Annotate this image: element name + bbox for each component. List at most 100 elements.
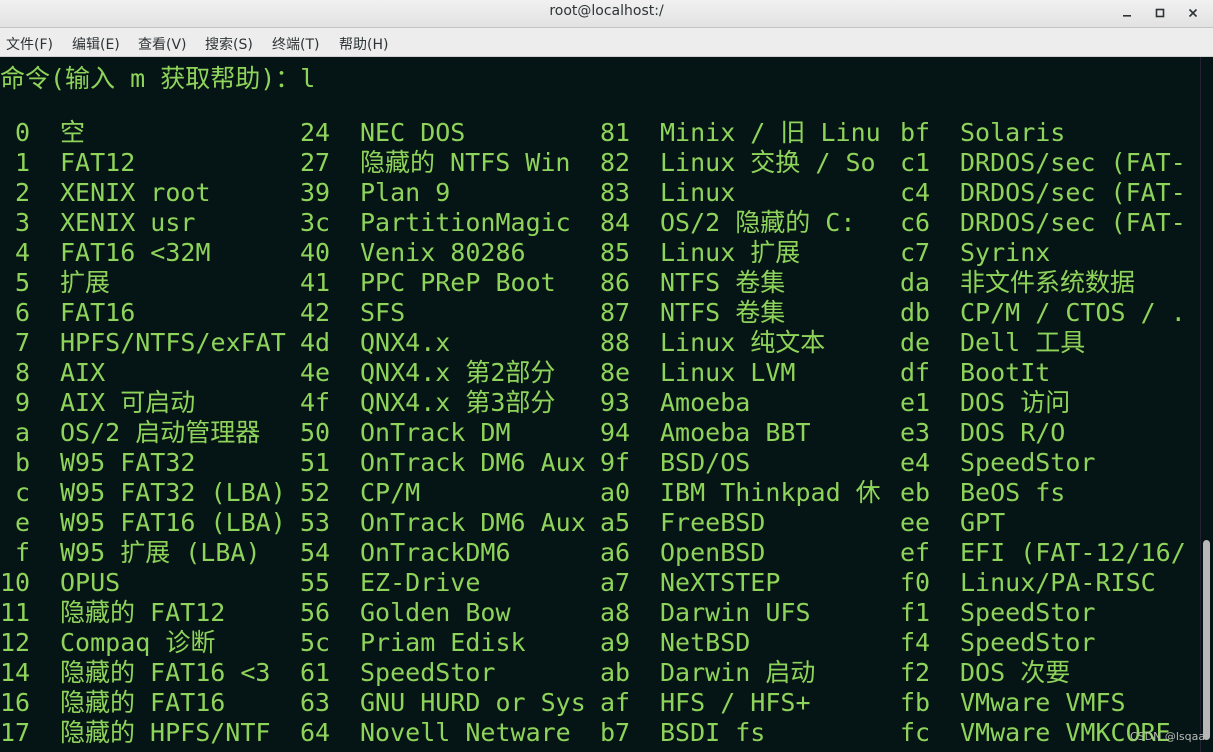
partition-type-name: CP/M / CTOS / . bbox=[960, 298, 1186, 327]
partition-code: 61 bbox=[300, 658, 330, 687]
partition-type-name: DRDOS/sec (FAT- bbox=[960, 208, 1186, 237]
partition-code: 16 bbox=[0, 688, 30, 717]
partition-type-name: 隐藏的 FAT16 bbox=[60, 688, 226, 717]
partition-type-name: OS/2 启动管理器 bbox=[60, 418, 261, 447]
partition-type-name: Venix 80286 bbox=[360, 238, 526, 267]
partition-type-name: PartitionMagic bbox=[360, 208, 571, 237]
title-bar[interactable]: root@localhost:/ bbox=[0, 0, 1213, 28]
partition-type-name: 隐藏的 FAT16 <3 bbox=[60, 658, 271, 687]
partition-type-name: DRDOS/sec (FAT- bbox=[960, 178, 1186, 207]
command-prompt: 命令(输入 m 获取帮助)：l bbox=[0, 64, 316, 93]
menu-bar: 文件(F) 编辑(E) 查看(V) 搜索(S) 终端(T) 帮助(H) bbox=[0, 28, 1213, 57]
partition-type-name: Minix / 旧 Linu bbox=[660, 118, 881, 147]
partition-type-name: 非文件系统数据 bbox=[960, 268, 1136, 297]
partition-code: 54 bbox=[300, 538, 330, 567]
partition-code: 5 bbox=[14, 268, 30, 297]
partition-type-name: 隐藏的 FAT12 bbox=[60, 598, 226, 627]
partition-type-name: Novell Netware bbox=[360, 718, 571, 747]
partition-type-name: DOS 次要 bbox=[960, 658, 1071, 687]
partition-code: 51 bbox=[300, 448, 330, 477]
partition-code: e1 bbox=[900, 388, 930, 417]
partition-code: 86 bbox=[600, 268, 630, 297]
partition-type-name: Linux bbox=[660, 178, 736, 207]
partition-code: f1 bbox=[900, 598, 930, 627]
partition-type-name: 隐藏的 NTFS Win bbox=[360, 148, 571, 177]
partition-type-name: OPUS bbox=[60, 568, 121, 597]
partition-type-name: Linux LVM bbox=[660, 358, 796, 387]
partition-type-name: DRDOS/sec (FAT- bbox=[960, 148, 1186, 177]
partition-code: 9 bbox=[14, 388, 30, 417]
partition-code: 50 bbox=[300, 418, 330, 447]
partition-code: c7 bbox=[900, 238, 930, 267]
partition-type-name: FAT16 <32M bbox=[60, 238, 211, 267]
partition-code: 11 bbox=[0, 598, 30, 627]
partition-type-name: BeOS fs bbox=[960, 478, 1066, 507]
partition-code: 39 bbox=[300, 178, 330, 207]
partition-type-name: IBM Thinkpad 休 bbox=[660, 478, 881, 507]
partition-type-name: Darwin UFS bbox=[660, 598, 811, 627]
partition-code: bf bbox=[900, 118, 930, 147]
maximize-button[interactable] bbox=[1148, 2, 1172, 24]
partition-code: fc bbox=[900, 718, 930, 747]
menu-file[interactable]: 文件(F) bbox=[6, 34, 53, 54]
partition-type-name: GNU HURD or Sys bbox=[360, 688, 586, 717]
partition-type-name: SpeedStor bbox=[960, 448, 1096, 477]
menu-view[interactable]: 查看(V) bbox=[138, 34, 187, 54]
partition-code: 41 bbox=[300, 268, 330, 297]
partition-code: da bbox=[900, 268, 930, 297]
partition-type-name: Darwin 启动 bbox=[660, 658, 816, 687]
partition-code: 4d bbox=[300, 328, 330, 357]
partition-type-name: OnTrack DM bbox=[360, 418, 511, 447]
partition-type-name: Priam Edisk bbox=[360, 628, 526, 657]
partition-code: ef bbox=[900, 538, 930, 567]
partition-code: 94 bbox=[600, 418, 630, 447]
partition-code: 93 bbox=[600, 388, 630, 417]
scrollbar-thumb[interactable] bbox=[1203, 540, 1210, 740]
partition-code: 83 bbox=[600, 178, 630, 207]
partition-code: 6 bbox=[14, 298, 30, 327]
partition-type-name: Amoeba BBT bbox=[660, 418, 811, 447]
partition-code: c bbox=[14, 478, 30, 507]
partition-code: c4 bbox=[900, 178, 930, 207]
partition-type-name: NetBSD bbox=[660, 628, 751, 657]
partition-type-name: AIX bbox=[60, 358, 106, 387]
partition-code: a bbox=[14, 418, 30, 447]
partition-code: 4f bbox=[300, 388, 330, 417]
menu-help[interactable]: 帮助(H) bbox=[339, 34, 388, 54]
partition-code: 82 bbox=[600, 148, 630, 177]
partition-code: 81 bbox=[600, 118, 630, 147]
partition-code: ee bbox=[900, 508, 930, 537]
partition-code: f4 bbox=[900, 628, 930, 657]
partition-type-name: BSD/OS bbox=[660, 448, 751, 477]
partition-type-name: Golden Bow bbox=[360, 598, 511, 627]
partition-code: 4e bbox=[300, 358, 330, 387]
partition-type-name: SpeedStor bbox=[360, 658, 496, 687]
menu-edit[interactable]: 编辑(E) bbox=[72, 34, 120, 54]
partition-code: 10 bbox=[0, 568, 30, 597]
partition-code: f0 bbox=[900, 568, 930, 597]
partition-code: b7 bbox=[600, 718, 630, 747]
menu-terminal[interactable]: 终端(T) bbox=[272, 34, 319, 54]
partition-type-name: W95 扩展 (LBA) bbox=[60, 538, 261, 567]
menu-search[interactable]: 搜索(S) bbox=[205, 34, 253, 54]
partition-code: af bbox=[600, 688, 630, 717]
terminal-window: root@localhost:/ 文件(F) 编辑(E) 查看(V) 搜索(S)… bbox=[0, 0, 1213, 752]
partition-type-name: Compaq 诊断 bbox=[60, 628, 216, 657]
partition-type-name: QNX4.x bbox=[360, 328, 451, 357]
terminal-output[interactable]: 命令(输入 m 获取帮助)：l 0 空 1 FAT12 2 XENIX root 3 XENI… bbox=[0, 57, 1200, 752]
partition-type-name: Linux 纯文本 bbox=[660, 328, 826, 357]
partition-type-name: FAT12 bbox=[60, 148, 136, 177]
minimize-button[interactable] bbox=[1115, 2, 1139, 24]
partition-type-name: OpenBSD bbox=[660, 538, 766, 567]
partition-type-name: NeXTSTEP bbox=[660, 568, 781, 597]
partition-type-name: Amoeba bbox=[660, 388, 751, 417]
partition-code: 55 bbox=[300, 568, 330, 597]
close-button[interactable] bbox=[1181, 2, 1205, 24]
partition-type-name: FreeBSD bbox=[660, 508, 766, 537]
partition-code: 3c bbox=[300, 208, 330, 237]
partition-type-name: DOS R/O bbox=[960, 418, 1066, 447]
partition-code: 84 bbox=[600, 208, 630, 237]
partition-code: 27 bbox=[300, 148, 330, 177]
partition-code: 88 bbox=[600, 328, 630, 357]
partition-type-name: QNX4.x 第3部分 bbox=[360, 388, 556, 417]
